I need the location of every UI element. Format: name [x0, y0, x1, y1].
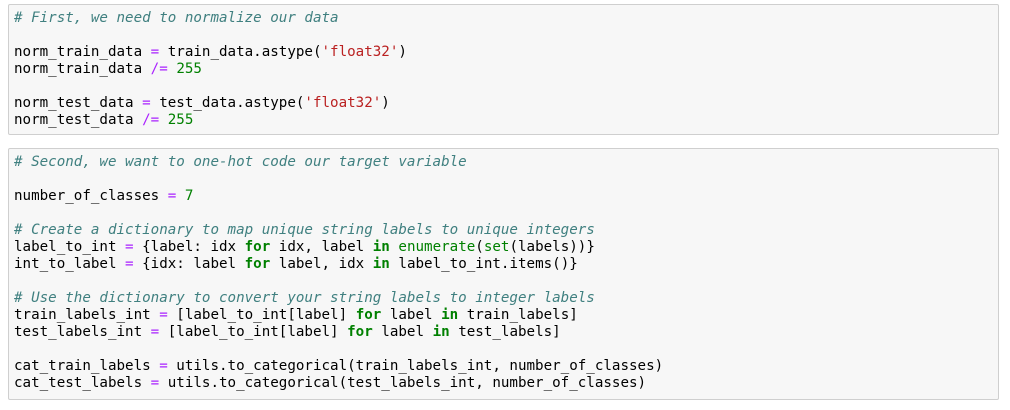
code-token-op: =: [142, 95, 151, 111]
code-token-kw: for: [244, 239, 271, 255]
code-token-kw: in: [441, 307, 459, 323]
code-token-str: 'float32': [321, 44, 399, 60]
code-token-name: norm_train_data: [14, 61, 151, 77]
code-token-builtin: enumerate: [398, 239, 476, 255]
code-token-op: =: [125, 239, 134, 255]
code-token-name: cat_train_labels: [14, 358, 160, 374]
code-token-num: 7: [184, 188, 194, 204]
code-line: int_to_label = {idx: label for label, id…: [14, 256, 663, 273]
code-token-op: =: [150, 324, 160, 340]
code-token-name: norm_test_data: [14, 112, 143, 128]
code-token-op: =: [150, 44, 160, 60]
code-line: # Use the dictionary to convert your str…: [14, 290, 663, 307]
code-token-op: =: [159, 307, 168, 323]
code-token-name: test_data.astype(: [150, 95, 305, 111]
code-token-name: test_labels]: [449, 324, 561, 340]
code-token-name: train_labels_int: [14, 307, 160, 323]
code-token-op: /=: [142, 112, 160, 128]
code-token-kw: for: [355, 307, 382, 323]
code-token-name: label, idx: [270, 256, 373, 272]
code-line: norm_test_data = test_data.astype('float…: [14, 95, 407, 112]
code-line: train_labels_int = [label_to_int[label] …: [14, 307, 663, 324]
code-line: # Create a dictionary to map unique stri…: [14, 222, 663, 239]
code-token-name: (labels))}: [509, 239, 595, 255]
code-token-name: {label: idx: [133, 239, 245, 255]
code-cell-one-hot[interactable]: # Second, we want to one-hot code our ta…: [8, 148, 999, 400]
code-token-kw: for: [244, 256, 271, 272]
code-line: norm_train_data = train_data.astype('flo…: [14, 44, 407, 61]
code-token-kw: in: [372, 239, 390, 255]
code-token-name: train_data.astype(: [159, 44, 322, 60]
code-token-name: norm_test_data: [14, 95, 143, 111]
code-token-comment: # First, we need to normalize our data: [14, 10, 339, 26]
code-token-kw: in: [432, 324, 450, 340]
code-token-num: 255: [176, 61, 202, 77]
code-token-str: 'float32': [304, 95, 382, 111]
code-editor[interactable]: # First, we need to normalize our data n…: [14, 10, 407, 129]
code-token-name: label: [381, 307, 442, 323]
code-cell-normalize[interactable]: # First, we need to normalize our data n…: [8, 4, 999, 135]
code-token-num: 255: [167, 112, 194, 128]
code-line: number_of_classes = 7: [14, 188, 663, 205]
code-token-op: =: [167, 188, 177, 204]
code-token-name: {idx: label: [133, 256, 245, 272]
code-token-comment: # Use the dictionary to convert your str…: [14, 290, 595, 306]
code-token-name: utils.to_categorical(train_labels_int, n…: [167, 358, 664, 374]
code-token-name: label: [372, 324, 433, 340]
code-token-name: train_labels]: [458, 307, 578, 323]
code-token-name: ): [398, 44, 407, 60]
code-token-name: cat_test_labels: [14, 375, 151, 391]
code-token-name: ): [381, 95, 390, 111]
code-token-comment: # Second, we want to one-hot code our ta…: [14, 154, 467, 170]
code-token-name: label_to_int.items()}: [389, 256, 578, 272]
code-line: # First, we need to normalize our data: [14, 10, 407, 27]
code-token-name: norm_train_data: [14, 44, 151, 60]
code-token-name: number_of_classes: [14, 188, 168, 204]
code-token-name: idx, label: [270, 239, 373, 255]
code-token-op: =: [125, 256, 134, 272]
code-token-op: =: [159, 358, 168, 374]
code-line: norm_test_data /= 255: [14, 112, 407, 129]
code-line: cat_test_labels = utils.to_categorical(t…: [14, 375, 663, 392]
code-token-name: [176, 188, 185, 204]
code-token-name: [159, 112, 168, 128]
code-token-name: test_labels_int: [14, 324, 151, 340]
code-token-comment: # Create a dictionary to map unique stri…: [14, 222, 595, 238]
code-token-name: utils.to_categorical(test_labels_int, nu…: [159, 375, 647, 391]
code-token-name: int_to_label: [14, 256, 126, 272]
code-line: norm_train_data /= 255: [14, 61, 407, 78]
code-line: # Second, we want to one-hot code our ta…: [14, 154, 663, 171]
code-line: test_labels_int = [label_to_int[label] f…: [14, 324, 663, 341]
code-token-name: label_to_int: [14, 239, 126, 255]
code-line: label_to_int = {label: idx for idx, labe…: [14, 239, 663, 256]
code-token-op: /=: [150, 61, 168, 77]
code-editor[interactable]: # Second, we want to one-hot code our ta…: [14, 154, 663, 392]
code-line: cat_train_labels = utils.to_categorical(…: [14, 358, 663, 375]
code-token-kw: in: [372, 256, 390, 272]
code-token-name: [label_to_int[label]: [159, 324, 348, 340]
code-token-kw: for: [347, 324, 373, 340]
code-token-name: (: [475, 239, 484, 255]
code-token-builtin: set: [483, 239, 510, 255]
code-token-name: [label_to_int[label]: [167, 307, 356, 323]
code-token-op: =: [150, 375, 160, 391]
